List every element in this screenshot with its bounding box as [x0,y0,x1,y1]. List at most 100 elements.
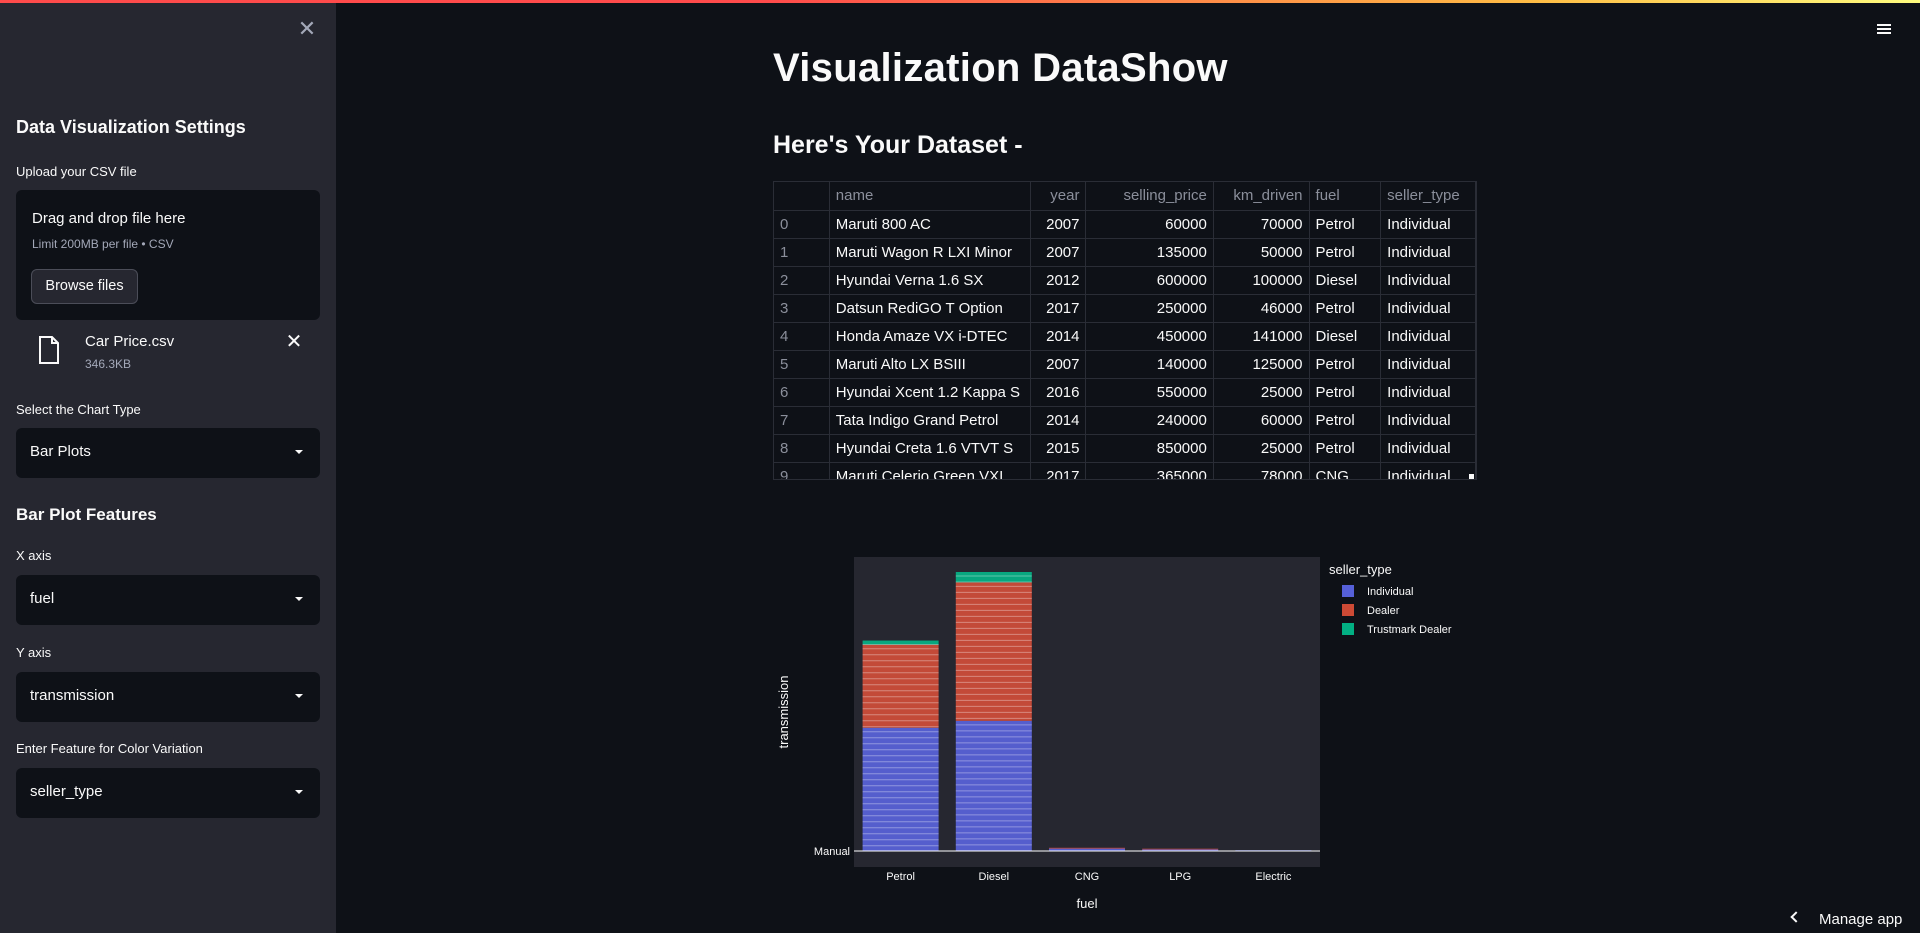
table-cell[interactable]: 2014 [1030,322,1087,351]
legend-item-label[interactable]: Dealer [1367,605,1400,617]
table-cell[interactable]: 25000 [1213,434,1310,463]
legend-swatch[interactable] [1342,604,1354,616]
color-feature-select[interactable]: seller_type [16,768,320,818]
table-row[interactable]: 2 Hyundai Verna 1.6 SX 2012 600000 100000 Die… [774,266,1476,295]
table-cell[interactable]: Individual [1380,210,1476,239]
table-cell[interactable]: Hyundai Verna 1.6 SX [829,266,1031,295]
close-sidebar-icon[interactable]: ✕ [296,18,318,40]
table-cell[interactable]: Honda Amaze VX i-DTEC [829,322,1031,351]
table-cell[interactable]: Datsun RediGO T Option [829,294,1031,323]
bar-cng-dealer[interactable] [1049,847,1125,849]
table-cell[interactable]: Individual [1380,406,1476,435]
bar-petrol-dealer[interactable] [862,644,939,728]
table-cell[interactable]: Petrol [1309,434,1382,463]
table-cell[interactable]: Hyundai Creta 1.6 VTVT S [829,434,1031,463]
row-index-cell[interactable]: 1 [774,238,830,267]
table-cell[interactable]: 2012 [1030,266,1087,295]
table-row[interactable]: 5 Maruti Alto LX BSIII 2007 140000 125000 Pet… [774,350,1476,379]
column-header[interactable]: fuel [1309,182,1382,211]
column-header[interactable]: selling_price [1085,182,1214,211]
table-cell[interactable]: Maruti 800 AC [829,210,1031,239]
column-header[interactable]: name [829,182,1031,211]
table-resize-handle[interactable] [1469,474,1474,479]
table-cell[interactable]: 2014 [1030,406,1087,435]
table-cell[interactable]: Individual [1380,294,1476,323]
table-row[interactable]: 9 Maruti Celerio Green VXI 2017 365000 78000… [774,462,1476,479]
table-cell[interactable]: Petrol [1309,350,1382,379]
table-cell[interactable]: Individual [1380,462,1476,479]
table-cell[interactable]: 250000 [1085,294,1214,323]
table-cell[interactable]: Petrol [1309,210,1382,239]
legend-swatch[interactable] [1342,585,1354,597]
row-index-cell[interactable]: 9 [774,462,830,479]
legend-swatch[interactable] [1342,623,1354,635]
table-cell[interactable]: 600000 [1085,266,1214,295]
bar-diesel-trustmark-dealer[interactable] [955,572,1032,583]
table-cell[interactable]: 2017 [1030,294,1087,323]
table-cell[interactable]: Diesel [1309,266,1382,295]
legend-item-label[interactable]: Trustmark Dealer [1367,624,1452,636]
table-cell[interactable]: 850000 [1085,434,1214,463]
table-cell[interactable]: Individual [1380,378,1476,407]
remove-file-icon[interactable]: ✕ [284,332,304,352]
bar-chart[interactable]: Petrol Diesel CNG LPG Electric Manual fuel tran… [760,540,1500,920]
column-header[interactable]: seller_type [1380,182,1476,211]
row-index-cell[interactable]: 5 [774,350,830,379]
table-cell[interactable]: 60000 [1085,210,1214,239]
table-cell[interactable]: Petrol [1309,294,1382,323]
row-index-cell[interactable]: 7 [774,406,830,435]
table-cell[interactable]: 240000 [1085,406,1214,435]
chart-type-select[interactable]: Bar Plots [16,428,320,478]
dataframe-table[interactable]: name year selling_price km_driven fuel s… [773,181,1477,480]
column-header[interactable] [774,182,830,211]
column-header[interactable]: km_driven [1213,182,1310,211]
table-cell[interactable]: 140000 [1085,350,1214,379]
browse-files-button[interactable]: Browse files [31,269,138,304]
y-axis-select[interactable]: transmission [16,672,320,722]
table-cell[interactable]: Individual [1380,266,1476,295]
table-cell[interactable]: 60000 [1213,406,1310,435]
row-index-cell[interactable]: 0 [774,210,830,239]
table-cell[interactable]: Diesel [1309,322,1382,351]
table-cell[interactable]: Individual [1380,350,1476,379]
table-cell[interactable]: 365000 [1085,462,1214,479]
row-index-cell[interactable]: 3 [774,294,830,323]
table-cell[interactable]: 50000 [1213,238,1310,267]
table-cell[interactable]: CNG [1309,462,1382,479]
table-cell[interactable]: 2007 [1030,238,1087,267]
table-cell[interactable]: 70000 [1213,210,1310,239]
table-cell[interactable]: 2007 [1030,210,1087,239]
table-row[interactable]: 1 Maruti Wagon R LXI Minor 2007 135000 50000… [774,238,1476,267]
table-cell[interactable]: 2015 [1030,434,1087,463]
row-index-cell[interactable]: 8 [774,434,830,463]
table-cell[interactable]: Petrol [1309,406,1382,435]
table-cell[interactable]: 2007 [1030,350,1087,379]
table-cell[interactable]: Petrol [1309,238,1382,267]
table-cell[interactable]: Hyundai Xcent 1.2 Kappa S [829,378,1031,407]
table-cell[interactable]: 135000 [1085,238,1214,267]
column-header[interactable]: year [1030,182,1087,211]
table-cell[interactable]: Maruti Wagon R LXI Minor [829,238,1031,267]
table-row[interactable]: 8 Hyundai Creta 1.6 VTVT S 2015 850000 25000… [774,434,1476,463]
table-cell[interactable]: Tata Indigo Grand Petrol [829,406,1031,435]
table-cell[interactable]: Maruti Celerio Green VXI [829,462,1031,479]
table-cell[interactable]: 450000 [1085,322,1214,351]
table-cell[interactable]: 125000 [1213,350,1310,379]
file-uploader-dropzone[interactable]: Drag and drop file here Limit 200MB per … [16,190,320,320]
bar-diesel-individual[interactable] [955,720,1032,851]
table-cell[interactable]: 78000 [1213,462,1310,479]
table-row[interactable]: 6 Hyundai Xcent 1.2 Kappa S 2016 550000 2500… [774,378,1476,407]
table-row[interactable]: 4 Honda Amaze VX i-DTEC 2014 450000 141000 Di… [774,322,1476,351]
row-index-cell[interactable]: 4 [774,322,830,351]
table-row[interactable]: 3 Datsun RediGO T Option 2017 250000 46000 Pe… [774,294,1476,323]
table-cell[interactable]: Individual [1380,322,1476,351]
bar-lpg-dealer[interactable] [1142,848,1219,850]
bar-petrol-individual[interactable] [862,727,939,851]
table-cell[interactable]: 46000 [1213,294,1310,323]
table-cell[interactable]: Individual [1380,434,1476,463]
legend-item-label[interactable]: Individual [1367,586,1413,598]
table-cell[interactable]: 2017 [1030,462,1087,479]
table-row[interactable]: 0 Maruti 800 AC 2007 60000 70000 Petrol Indivi… [774,210,1476,239]
x-axis-select[interactable]: fuel [16,575,320,625]
table-row[interactable]: 7 Tata Indigo Grand Petrol 2014 240000 60000… [774,406,1476,435]
